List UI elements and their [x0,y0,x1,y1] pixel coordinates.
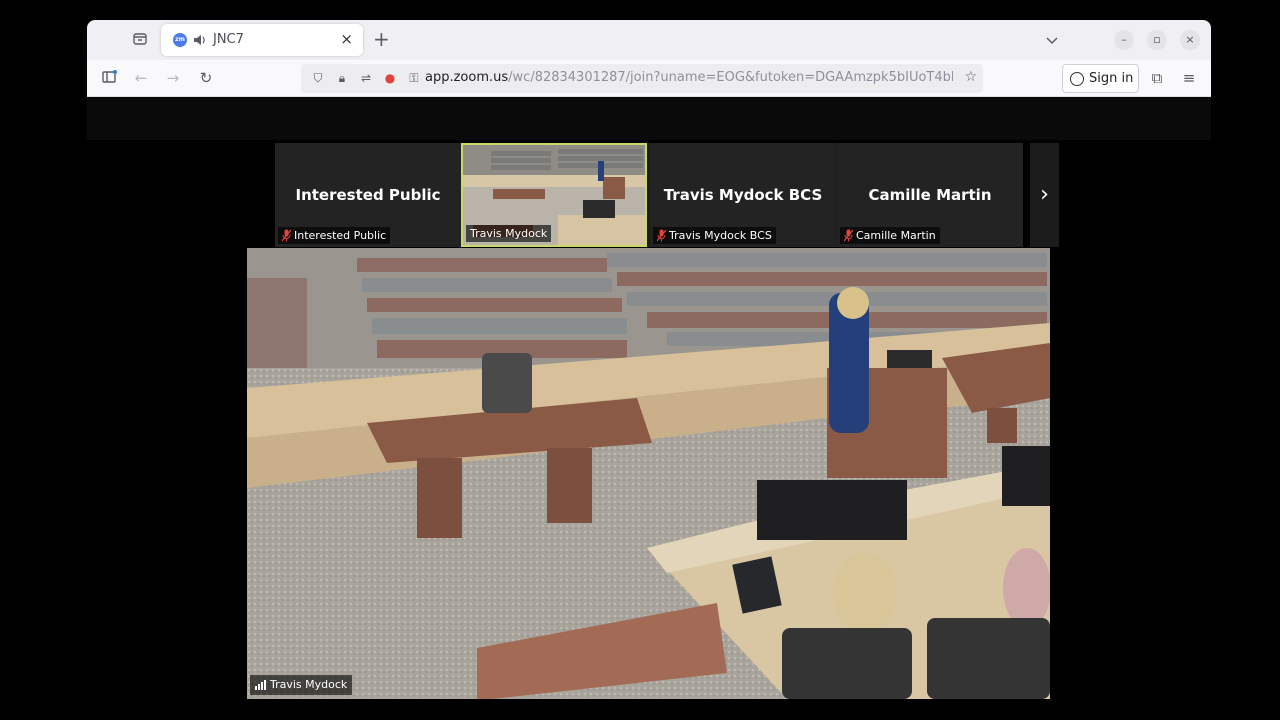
lock-icon[interactable]: 🔒︎ [333,69,351,87]
close-window-icon[interactable]: × [1180,30,1200,50]
key-icon[interactable]: ⚿ [405,69,423,87]
participant-name: Interested Public [295,186,441,204]
participant-name: Travis Mydock BCS [663,186,823,204]
muted-mic-icon [844,229,853,242]
participant-label: Travis Mydock [466,225,552,242]
meeting-top-bar [87,97,1211,140]
signal-strength-icon [255,680,266,690]
participant-tile[interactable]: Camille Martin Camille Martin [837,143,1023,247]
forward-arrow-icon[interactable]: → [164,69,182,87]
participant-tile-active[interactable]: Travis Mydock [461,143,647,247]
account-icon [1070,72,1084,86]
shield-icon[interactable]: ⛉ [309,69,327,87]
new-tab-plus-icon[interactable]: + [373,29,390,49]
participant-name: Camille Martin [868,186,992,204]
url-bar[interactable]: ⛉ 🔒︎ ⇌ ● ⚿ app.zoom.us/wc/82834301287/jo… [301,64,983,93]
participant-label: Interested Public [278,227,391,244]
sidebar-icon[interactable] [100,69,118,87]
participant-label: Camille Martin [840,227,940,244]
minimize-icon[interactable]: – [1114,30,1134,50]
hamburger-menu-icon[interactable]: ≡ [1180,69,1198,87]
courtroom-video-frame [247,248,1050,699]
participant-label: Travis Mydock BCS [653,227,776,244]
tab-zoom[interactable]: zm JNC7 × [161,24,363,56]
navigation-bar: ← → ↻ ⛉ 🔒︎ ⇌ ● ⚿ app.zoom.us/wc/82834301… [87,60,1211,97]
zoom-favicon-icon: zm [173,33,187,47]
microphone-icon[interactable]: ● [381,69,399,87]
participant-strip: Interested Public Interested Public Trav… [275,143,1023,247]
extensions-icon[interactable]: ⧉ [1148,69,1166,87]
browser-window: zm JNC7 × + – ▫ × ← → ↻ ⛉ 🔒︎ ⇌ ● ⚿ app.z… [87,20,1211,700]
speaker-audio-icon[interactable] [193,32,207,48]
url-domain: app.zoom.us [425,70,509,85]
sign-in-label: Sign in [1089,71,1134,86]
tab-bar: zm JNC7 × + – ▫ × [87,20,1211,60]
sign-in-button[interactable]: Sign in [1062,64,1139,93]
bookmark-star-icon[interactable]: ☆ [964,69,977,85]
list-all-tabs-chevron-icon[interactable] [1045,32,1059,46]
back-arrow-icon[interactable]: ← [132,69,150,87]
maximize-icon[interactable]: ▫ [1147,30,1167,50]
zoom-meeting-content: Interested Public Interested Public Trav… [87,97,1211,700]
active-speaker-video[interactable]: Travis Mydock [247,248,1050,699]
url-text[interactable]: app.zoom.us/wc/82834301287/join?uname=EO… [425,70,953,85]
reload-icon[interactable]: ↻ [197,69,215,87]
next-page-chevron-icon[interactable]: › [1030,143,1059,247]
speaker-label: Travis Mydock [250,675,353,695]
participant-tile[interactable]: Interested Public Interested Public [275,143,461,247]
tab-title: JNC7 [213,32,244,47]
participant-tile[interactable]: Travis Mydock BCS Travis Mydock BCS [650,143,836,247]
muted-mic-icon [282,229,291,242]
muted-mic-icon [657,229,666,242]
firefox-view-icon[interactable] [131,31,149,49]
tab-close-icon[interactable]: × [340,30,353,48]
url-path: /wc/82834301287/join?uname=EOG&futoken=D… [508,70,953,85]
permissions-icon[interactable]: ⇌ [357,69,375,87]
